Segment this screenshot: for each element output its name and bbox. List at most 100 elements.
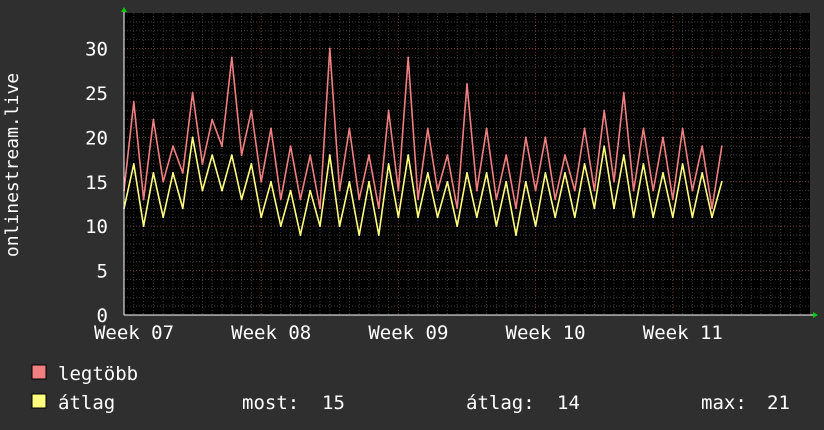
data-point: [172, 145, 174, 148]
data-point: [534, 225, 537, 228]
data-point: [230, 56, 233, 59]
data-point: [426, 171, 429, 174]
x-tick-label: Week 09: [368, 322, 448, 344]
data-point: [250, 109, 253, 112]
data-point: [446, 154, 449, 157]
x-tick-label: Week 07: [94, 322, 174, 344]
stat-label: max:: [701, 392, 747, 414]
data-point: [603, 109, 606, 112]
data-point: [671, 216, 674, 219]
data-point: [132, 163, 135, 165]
data-point: [368, 180, 370, 183]
data-point: [544, 171, 547, 174]
data-point: [720, 180, 723, 183]
data-point: [544, 136, 547, 139]
data-point: [417, 198, 419, 201]
data-point: [387, 109, 390, 112]
data-point: [260, 180, 263, 183]
data-point: [426, 127, 429, 130]
data-point: [475, 216, 478, 219]
chart-root: 051015202530 Week 07 Week 08 Week 09 Week 1…: [0, 0, 824, 430]
data-point: [485, 127, 488, 130]
data-point: [142, 225, 145, 228]
data-point: [456, 225, 459, 228]
data-point: [662, 136, 664, 139]
data-point: [309, 189, 312, 192]
data-point: [681, 163, 684, 165]
data-point: [338, 189, 341, 192]
data-point: [152, 171, 155, 174]
data-point: [662, 171, 664, 174]
data-point: [466, 83, 468, 85]
data-point: [632, 189, 635, 192]
data-point: [338, 225, 341, 228]
data-point: [221, 145, 223, 148]
x-tick-label: Week 08: [231, 322, 311, 344]
data-point: [181, 171, 184, 174]
data-point: [319, 207, 321, 210]
y-tick-label: 5: [97, 261, 108, 283]
data-point: [309, 154, 312, 157]
data-point: [270, 127, 272, 130]
data-point: [681, 127, 684, 130]
data-point: [417, 216, 419, 219]
data-point: [593, 189, 596, 192]
data-point: [701, 145, 704, 148]
data-point: [495, 198, 498, 201]
data-point: [279, 225, 282, 228]
y-tick-label: 30: [85, 39, 108, 61]
data-point: [583, 127, 586, 130]
stats-row: most: 15 átlag: 14 max: 21: [242, 392, 790, 414]
data-point: [622, 154, 625, 157]
data-point: [720, 145, 723, 148]
data-point: [191, 136, 194, 139]
data-point: [387, 163, 390, 165]
y-axis-label: onlinestream.live: [2, 73, 23, 257]
legend-label: átlag: [58, 392, 115, 414]
legend-label: legtöbb: [58, 363, 138, 385]
stat-value: 21: [767, 392, 790, 414]
stat-label: átlag:: [466, 392, 535, 414]
data-point: [475, 189, 478, 192]
data-point: [613, 207, 615, 210]
stat-label: most:: [242, 392, 299, 414]
data-point: [270, 180, 272, 183]
data-point: [515, 207, 517, 210]
data-point: [397, 216, 400, 219]
data-point: [201, 189, 204, 192]
data-point: [711, 216, 713, 219]
data-point: [554, 216, 557, 219]
data-point: [573, 189, 576, 192]
data-point: [524, 180, 527, 183]
data-point: [564, 171, 566, 174]
data-point: [652, 216, 655, 219]
data-point: [691, 189, 694, 192]
x-tick-label: Week 10: [506, 322, 586, 344]
data-point: [348, 127, 351, 130]
data-point: [328, 47, 331, 50]
data-point: [524, 136, 527, 139]
data-point: [162, 216, 165, 219]
data-point: [603, 145, 606, 148]
data-point: [436, 189, 439, 192]
data-point: [142, 198, 145, 201]
data-point: [446, 180, 449, 183]
data-point: [622, 92, 625, 94]
data-point: [211, 154, 214, 157]
data-point: [260, 216, 263, 219]
data-point: [211, 118, 214, 121]
data-point: [613, 180, 615, 183]
data-point: [319, 225, 321, 228]
data-point: [358, 198, 361, 201]
data-point: [230, 154, 233, 157]
data-point: [456, 207, 459, 210]
data-point: [132, 100, 135, 103]
data-point: [593, 207, 596, 210]
data-point: [172, 171, 174, 174]
data-point: [711, 207, 713, 210]
data-point: [299, 234, 302, 236]
data-point: [397, 189, 400, 192]
data-point: [377, 207, 380, 210]
legend-swatch: [31, 393, 47, 409]
data-point: [632, 216, 635, 219]
